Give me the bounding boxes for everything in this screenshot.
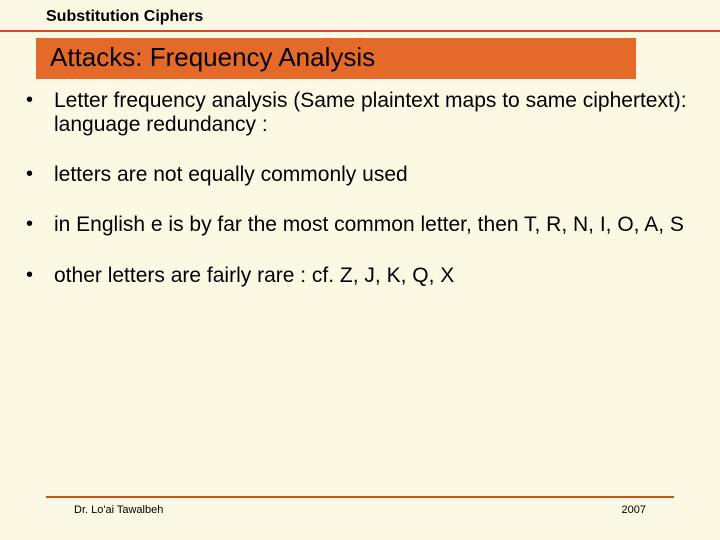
list-item: • in English e is by far the most common… bbox=[24, 213, 690, 237]
slide: Substitution Ciphers Attacks: Frequency … bbox=[0, 0, 720, 540]
bullet-text: in English e is by far the most common l… bbox=[54, 213, 690, 237]
list-item: • letters are not equally commonly used bbox=[24, 163, 690, 187]
topic-label: Substitution Ciphers bbox=[0, 0, 720, 32]
bullet-text: other letters are fairly rare : cf. Z, J… bbox=[54, 264, 690, 288]
footer-author: Dr. Lo'ai Tawalbeh bbox=[74, 504, 163, 516]
footer: Dr. Lo'ai Tawalbeh 2007 bbox=[46, 496, 674, 516]
bullet-text: letters are not equally commonly used bbox=[54, 163, 690, 187]
bullet-icon: • bbox=[24, 163, 54, 186]
bullet-text: Letter frequency analysis (Same plaintex… bbox=[54, 89, 690, 137]
bullet-list: • Letter frequency analysis (Same plaint… bbox=[24, 89, 690, 288]
bullet-icon: • bbox=[24, 264, 54, 287]
list-item: • other letters are fairly rare : cf. Z,… bbox=[24, 264, 690, 288]
list-item: • Letter frequency analysis (Same plaint… bbox=[24, 89, 690, 137]
footer-year: 2007 bbox=[622, 504, 646, 516]
bullet-icon: • bbox=[24, 213, 54, 236]
slide-title: Attacks: Frequency Analysis bbox=[36, 38, 636, 79]
content-area: • Letter frequency analysis (Same plaint… bbox=[0, 79, 720, 288]
bullet-icon: • bbox=[24, 89, 54, 112]
footer-divider bbox=[46, 496, 674, 498]
